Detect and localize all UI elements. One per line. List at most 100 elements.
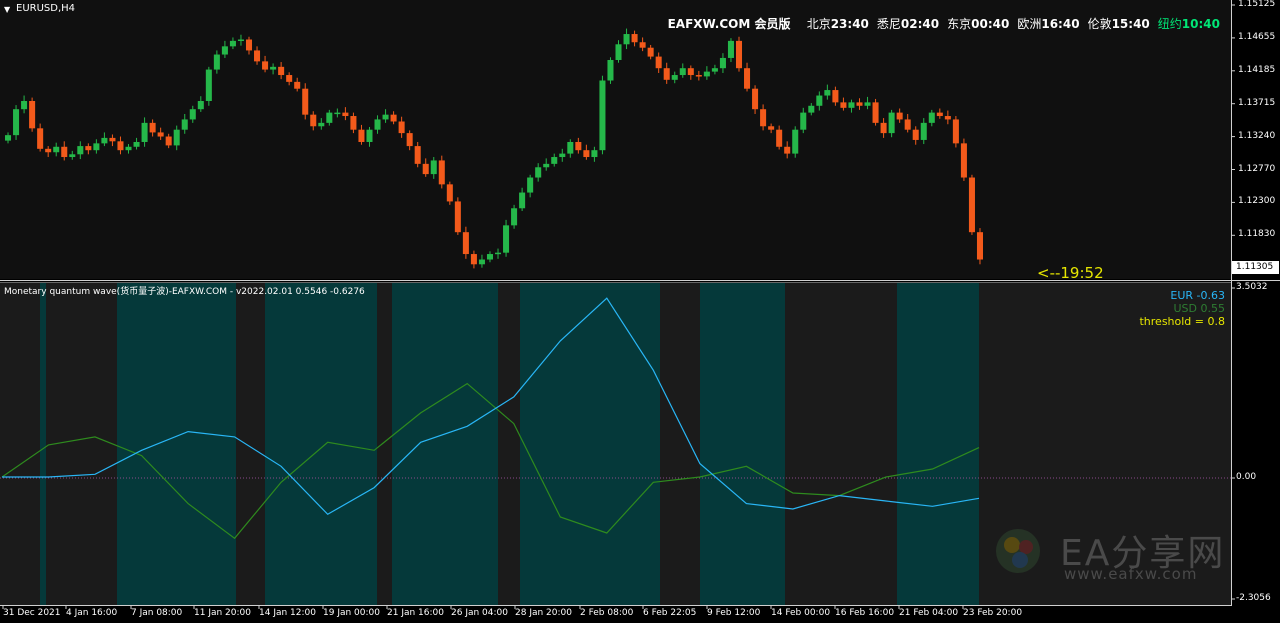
candle-body — [61, 146, 68, 158]
time-tick-label: 23 Feb 20:00 — [963, 608, 1023, 618]
legend-entry: EUR -0.63 — [1170, 289, 1225, 302]
candle-body — [495, 252, 502, 255]
candle-body — [703, 71, 710, 77]
candle-body — [808, 105, 815, 113]
candle-body — [85, 146, 92, 151]
session-clock: 02:40 — [900, 17, 940, 31]
candle-body — [318, 122, 325, 127]
candle-body — [535, 167, 542, 178]
candle-body — [326, 112, 333, 123]
candle-body — [832, 90, 839, 103]
candle-body — [310, 114, 317, 127]
candle-body — [438, 160, 445, 185]
candle-body — [454, 201, 461, 233]
session-city: 东京 — [947, 17, 972, 31]
shade-zone — [520, 283, 660, 605]
candle-body — [342, 112, 349, 117]
session-city: 欧洲 — [1017, 17, 1042, 31]
shade-zone — [265, 283, 377, 605]
candle-body — [960, 143, 967, 178]
candle-body — [663, 68, 670, 80]
candle-body — [189, 109, 196, 120]
legend-entry: USD 0.55 — [1173, 302, 1226, 315]
candle-body — [117, 141, 124, 151]
candle-body — [21, 100, 28, 110]
session-time: 东京00:40 — [947, 17, 1009, 31]
price-tick-label: 1.14655 — [1238, 31, 1276, 42]
candle-body — [752, 88, 759, 110]
candle-body — [559, 153, 566, 158]
session-city: 北京 — [806, 17, 831, 31]
candle-body — [543, 163, 550, 168]
indicator-legend: EUR -0.63 USD 0.55 threshold = 0.8 — [1139, 289, 1225, 328]
time-tick-label: 7 Jan 08:00 — [131, 608, 183, 618]
time-tick-label: 14 Jan 12:00 — [259, 608, 316, 618]
candle-body — [53, 146, 60, 153]
session-clock: 00:40 — [971, 17, 1010, 31]
candle-body — [229, 40, 236, 47]
price-pane[interactable] — [0, 0, 1231, 279]
candle-body — [711, 68, 718, 72]
candle-body — [101, 137, 108, 144]
candle-body — [237, 39, 244, 42]
symbol-menu-icon[interactable]: ▼ — [4, 5, 10, 14]
candle-body — [944, 116, 951, 120]
candle-body — [149, 122, 156, 133]
symbol-label[interactable]: EURUSD,H4 — [16, 3, 75, 14]
shade-zone — [897, 283, 979, 605]
candle-body — [760, 109, 767, 127]
candle-body — [744, 68, 751, 89]
price-tick-label: 1.13715 — [1238, 97, 1276, 108]
session-times: 北京23:40 悉尼02:40 东京00:40 欧洲16:40 伦敦15:40 纽约10:… — [807, 17, 1228, 31]
candle-body — [165, 136, 172, 146]
candle-body — [478, 259, 485, 265]
shade-zone — [700, 283, 785, 605]
time-tick-label: 2 Feb 08:00 — [580, 608, 634, 618]
candle-body — [446, 184, 453, 202]
candle-body — [350, 116, 357, 130]
time-tick-label: 26 Jan 04:00 — [451, 608, 508, 618]
current-price-tag: 1.11305 — [1232, 261, 1279, 274]
candle-body — [655, 56, 662, 69]
session-clock: 10:40 — [1181, 17, 1220, 31]
candle-body — [800, 112, 807, 130]
candle-body — [968, 177, 975, 233]
candle-body — [77, 146, 84, 155]
candle-body — [952, 119, 959, 144]
time-tick-label: 21 Jan 16:00 — [387, 608, 444, 618]
candle-body — [254, 50, 261, 62]
price-tick-label: 1.15125 — [1238, 0, 1276, 9]
session-time: 欧洲16:40 — [1017, 17, 1079, 31]
candle-body — [792, 129, 799, 154]
candle-body — [671, 75, 678, 80]
candle-body — [197, 100, 204, 110]
legend-entry: threshold = 0.8 — [1139, 315, 1225, 328]
indicator-tick-label: 0.00 — [1236, 472, 1257, 482]
countdown-label: <--19:52 — [1037, 264, 1104, 282]
indicator-tick-label: 3.5032 — [1236, 282, 1268, 292]
time-tick-label: 4 Jan 16:00 — [66, 608, 118, 618]
shade-zone — [40, 283, 46, 605]
candle-body — [856, 102, 863, 106]
candle-body — [374, 119, 381, 130]
session-time: 北京23:40 — [807, 17, 869, 31]
time-tick-label: 6 Feb 22:05 — [643, 608, 697, 618]
session-city: 悉尼 — [876, 17, 901, 31]
price-tick-label: 1.12770 — [1238, 163, 1276, 174]
candle-body — [45, 148, 52, 153]
session-clock: 23:40 — [830, 17, 869, 31]
candle-body — [382, 114, 389, 120]
shade-zone — [117, 283, 236, 605]
price-tick-label: 1.11830 — [1238, 229, 1276, 240]
candle-body — [278, 66, 285, 76]
candle-body — [896, 112, 903, 120]
candle-body — [607, 60, 614, 81]
time-tick-label: 19 Jan 00:00 — [323, 608, 380, 618]
candle-body — [503, 225, 510, 253]
candle-body — [334, 112, 341, 115]
candle-body — [519, 192, 526, 209]
candle-body — [511, 208, 518, 226]
candle-body — [904, 119, 911, 130]
candle-body — [816, 95, 823, 106]
indicator-title[interactable]: Monetary quantum wave(货币量子波)-EAFXW.COM -… — [4, 284, 365, 297]
